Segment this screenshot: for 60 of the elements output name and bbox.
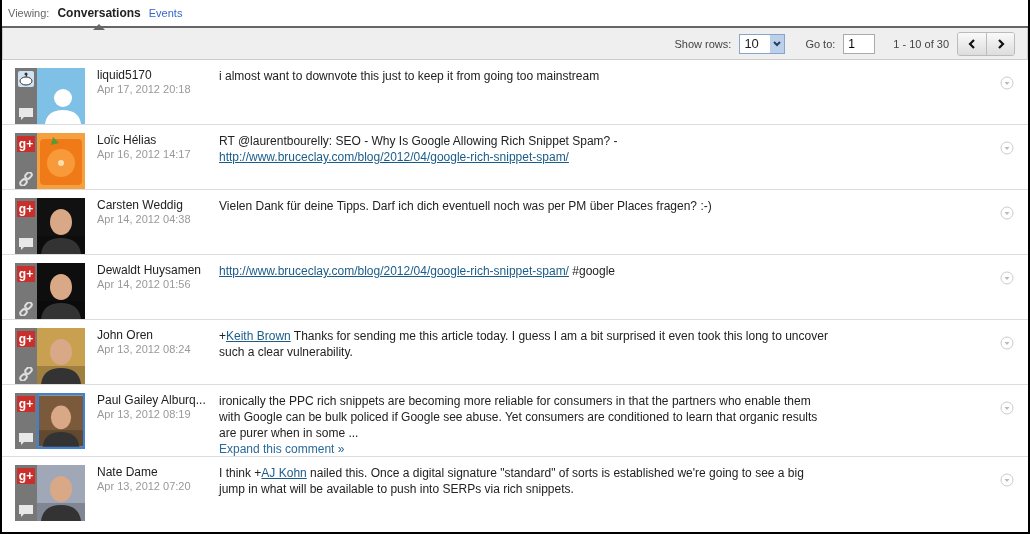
alien-icon — [18, 71, 34, 87]
view-tab[interactable]: Events — [148, 5, 183, 21]
rows-select[interactable]: 10 — [739, 33, 786, 54]
comment-text: ironically the PPC rich snippets are becoming more reliable for consumers in that the partners who enable them with Google can be bulk policed if Google see abuse. Yet consumers are conditioned to learn that organic results are purer when in some ... — [219, 393, 819, 441]
google-plus-icon: g+ — [17, 201, 35, 217]
comment-text: I think +AJ Kohn nailed this. Once a digital signature "standard" of sorts is established we're going to see a big jump in what will be available to push into SERPs via rich snippets. — [219, 465, 805, 497]
comment-date: Apr 14, 2012 04:38 — [97, 213, 192, 225]
comment-date: Apr 16, 2012 14:17 — [97, 148, 192, 160]
dropdown-icon[interactable] — [1000, 206, 1014, 220]
author-name: Dewaldt Huysamen — [97, 263, 203, 277]
dropdown-icon[interactable] — [1000, 473, 1014, 487]
dropdown-icon[interactable] — [1000, 76, 1014, 90]
google-plus-icon: g+ — [17, 266, 35, 282]
google-plus-icon: g+ — [17, 396, 35, 412]
dropdown-icon[interactable] — [1000, 271, 1014, 285]
author-name: Paul Gailey Alburq... — [97, 393, 207, 407]
page-range: 1 - 10 of 30 — [893, 37, 949, 50]
author-name: Nate Dame — [97, 465, 159, 479]
comment-date: Apr 13, 2012 08:19 — [97, 408, 192, 420]
chain-link-icon — [19, 172, 33, 186]
chain-link-icon — [19, 302, 33, 316]
speech-bubble-icon — [18, 504, 34, 518]
chevron-right-icon — [996, 38, 1005, 49]
go-to-label: Go to: — [805, 37, 836, 50]
comment-link[interactable]: http://www.bruceclay.com/blog/2012/04/google-rich-snippet-spam/ — [219, 264, 569, 278]
comment-text: i almost want to downvote this just to keep it from going too mainstream — [219, 68, 601, 84]
comment-text: +Keith Brown Thanks for sending me this article today. I guess I am a bit surprised it even took this long to uncover such a clear vulnerability. — [219, 328, 829, 360]
comment-link[interactable]: http://www.bruceclay.com/blog/2012/04/google-rich-snippet-spam/ — [219, 150, 569, 164]
comment-text: RT @laurentbourelly: SEO - Why Is Google Allowing Rich Snippet Spam? - http://www.bruceclay.com/blog/2012/04/google-rich-snippet-spam/ — [219, 133, 619, 165]
next-page-button[interactable] — [986, 32, 1014, 55]
chain-link-icon — [19, 367, 33, 381]
author-name: John Oren — [97, 328, 155, 342]
comment-date: Apr 13, 2012 07:20 — [97, 480, 192, 492]
chevron-left-icon — [968, 38, 976, 49]
speech-bubble-icon — [18, 107, 34, 121]
author-name: Carsten Weddig — [97, 198, 184, 212]
show-rows-label: Show rows: — [674, 37, 732, 50]
google-plus-icon: g+ — [17, 468, 35, 484]
caret-icon — [770, 34, 785, 53]
comment-link[interactable]: Keith Brown — [226, 329, 291, 343]
dropdown-icon[interactable] — [1000, 401, 1014, 415]
google-plus-icon: g+ — [17, 331, 35, 347]
go-to-field[interactable]: 1 — [843, 33, 876, 54]
dropdown-icon[interactable] — [1000, 141, 1014, 155]
comment-date: Apr 17, 2012 20:18 — [97, 83, 192, 95]
comment-date: Apr 14, 2012 01:56 — [97, 278, 192, 290]
author-name: liquid5170 — [97, 68, 153, 82]
comment-date: Apr 13, 2012 08:24 — [97, 343, 192, 355]
view-tab[interactable]: Conversations — [57, 5, 141, 21]
speech-bubble-icon — [18, 432, 34, 446]
viewing-label: Viewing: — [8, 7, 50, 19]
dropdown-icon[interactable] — [1000, 336, 1014, 350]
speech-bubble-icon — [18, 237, 34, 251]
expand-comment-link[interactable]: Expand this comment » — [219, 442, 345, 456]
author-name: Loïc Hélias — [97, 133, 158, 147]
comment-text: Vielen Dank für deine Tipps. Darf ich dich eventuell noch was per PM über Places fragen? :-) — [219, 198, 713, 214]
google-plus-icon: g+ — [17, 136, 35, 152]
comment-text: http://www.bruceclay.com/blog/2012/04/google-rich-snippet-spam/ #google — [219, 263, 616, 279]
previous-page-button[interactable] — [958, 32, 986, 55]
comment-link[interactable]: AJ Kohn — [261, 466, 307, 480]
